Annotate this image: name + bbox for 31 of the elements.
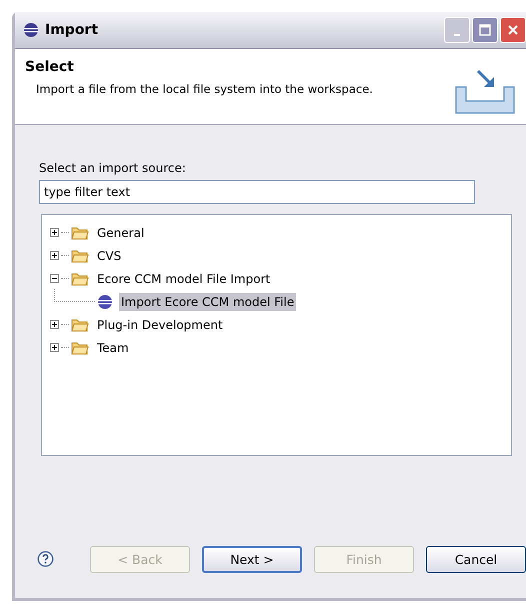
tree-item[interactable]: Plug-in Development bbox=[95, 316, 225, 334]
tree-item[interactable]: General bbox=[95, 224, 146, 242]
minimize-icon bbox=[454, 34, 460, 36]
maximize-button[interactable] bbox=[472, 17, 498, 43]
expander-icon[interactable] bbox=[50, 274, 59, 283]
help-icon[interactable] bbox=[37, 549, 54, 569]
folder-icon bbox=[71, 340, 89, 354]
expander-icon[interactable] bbox=[50, 343, 59, 352]
page-description: Import a file from the local file system into the workspace. bbox=[35, 82, 374, 96]
dialog-button[interactable]: Next > bbox=[202, 546, 302, 572]
dialog-button[interactable]: Cancel bbox=[426, 546, 526, 572]
tree-item[interactable]: Team bbox=[95, 338, 131, 356]
close-button[interactable] bbox=[500, 17, 526, 43]
page-title: Select bbox=[25, 59, 75, 75]
window-title: Import bbox=[45, 22, 100, 38]
tree-item[interactable]: CVS bbox=[95, 246, 124, 264]
sphere-icon bbox=[97, 294, 113, 310]
sphere-icon bbox=[23, 22, 39, 38]
close-icon bbox=[507, 24, 519, 36]
expander-icon[interactable] bbox=[50, 320, 59, 329]
tree-item[interactable]: Ecore CCM model File Import bbox=[95, 270, 272, 288]
filter-field[interactable]: type filter text bbox=[39, 180, 475, 204]
folder-icon bbox=[71, 318, 89, 332]
maximize-icon bbox=[479, 24, 491, 36]
folder-icon bbox=[71, 226, 89, 240]
expander-icon[interactable] bbox=[50, 228, 59, 237]
expander-icon[interactable] bbox=[50, 251, 59, 260]
folder-icon bbox=[71, 248, 89, 262]
folder-icon bbox=[71, 272, 89, 286]
tree-item[interactable]: Import Ecore CCM model File bbox=[119, 292, 296, 310]
source-label: Select an import source: bbox=[39, 161, 187, 175]
